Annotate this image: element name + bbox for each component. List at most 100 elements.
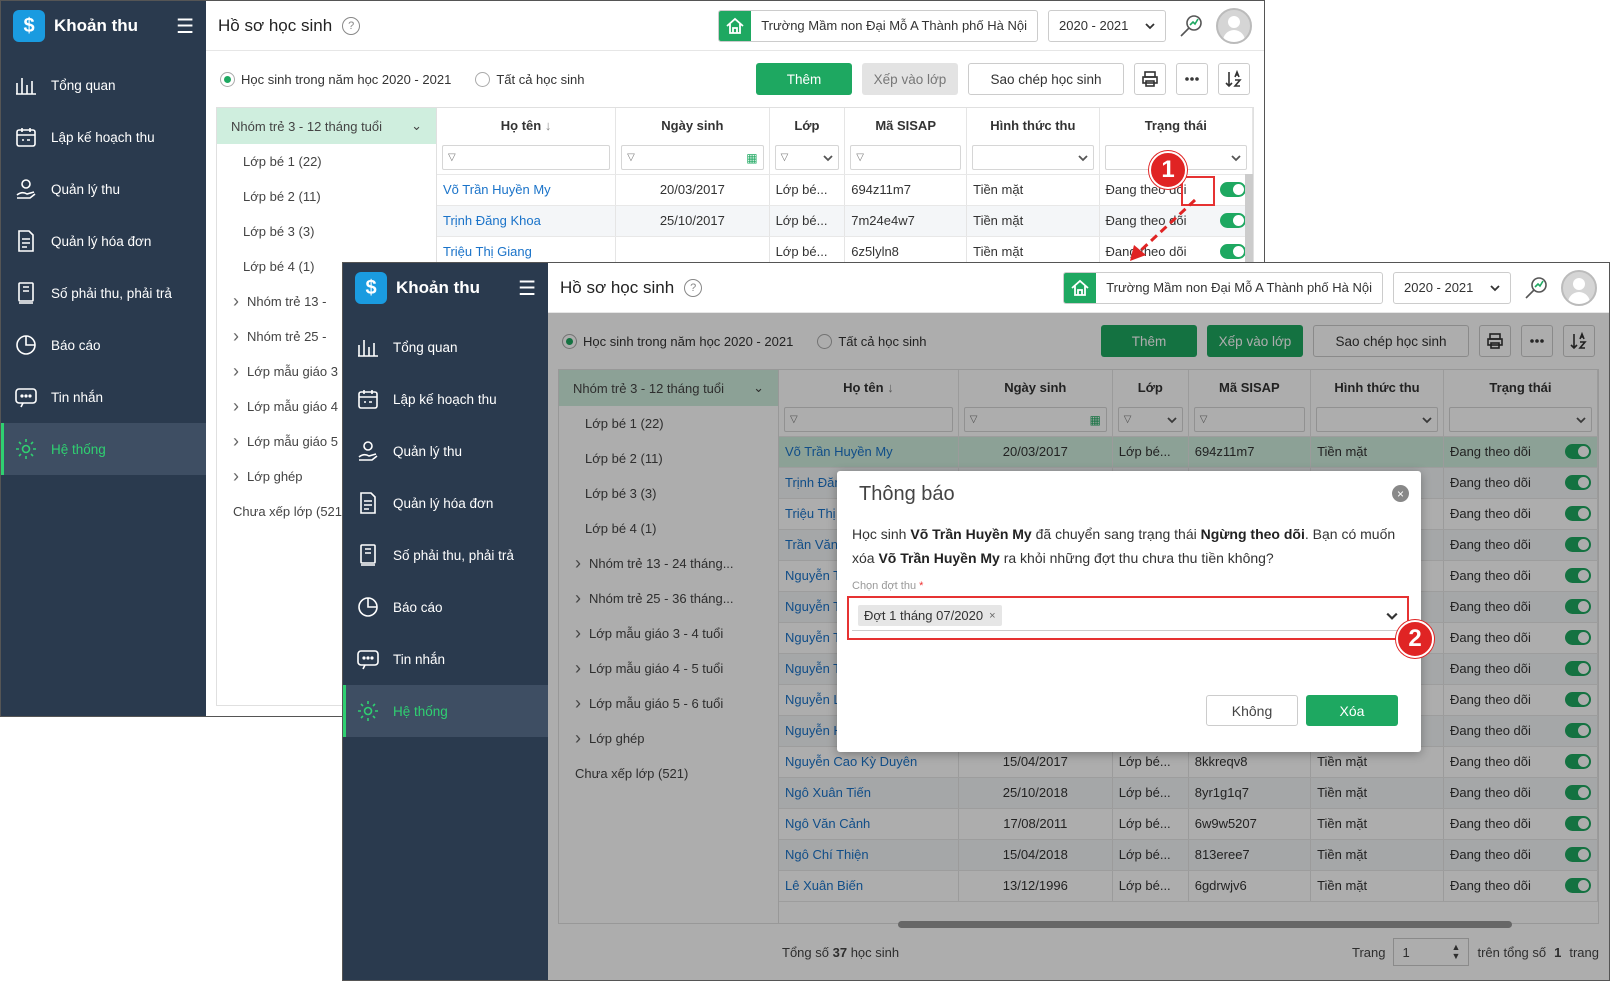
more-icon[interactable]	[1176, 63, 1208, 95]
column-header[interactable]: Trạng thái	[1099, 108, 1253, 142]
tree-selected-group[interactable]: Nhóm trẻ 3 - 12 tháng tuổi ⌄	[217, 108, 436, 144]
home-icon	[719, 10, 752, 41]
sidebar-item-2[interactable]: Lập kế hoạch thu	[1, 111, 206, 163]
sidebar-item-8[interactable]: Hệ thống	[1, 423, 206, 475]
pie-chart-icon	[13, 332, 39, 358]
collection-period-select[interactable]: Đợt 1 tháng 07/2020 ×	[852, 601, 1404, 631]
school-selector[interactable]: Trường Mầm non Đại Mỗ A Thành phố Hà Nội	[1063, 271, 1383, 304]
sidebar-item-label: Tổng quan	[51, 77, 116, 93]
dob-cell: 20/03/2017	[615, 174, 770, 206]
sidebar-item-1[interactable]: Tổng quan	[343, 321, 548, 373]
status-toggle[interactable]	[1220, 213, 1246, 228]
filter-row: ▽ ▽ ▦ ▽ ▽	[437, 142, 1253, 175]
sidebar-header: $ Khoản thu ☰	[1, 1, 206, 51]
chevron-down-icon	[1231, 155, 1241, 162]
radio-current-year[interactable]: Học sinh trong năm học 2020 - 2021	[220, 71, 451, 87]
sisap-cell: 694z11m7	[844, 174, 968, 206]
chip-remove-icon[interactable]: ×	[989, 610, 995, 622]
vertical-scrollbar[interactable]	[1245, 174, 1253, 264]
sidebar-item-label: Lập kế hoạch thu	[393, 391, 497, 407]
search-chart-icon[interactable]	[1521, 273, 1551, 303]
sidebar-item-label: Hệ thống	[51, 441, 106, 457]
column-header-label: Lớp	[794, 117, 820, 133]
delete-button[interactable]: Xóa	[1306, 695, 1398, 726]
field-label: Chọn đợt thu *	[837, 574, 1421, 592]
class-cell: Lớp bé...	[769, 205, 846, 237]
sidebar-item-6[interactable]: Báo cáo	[343, 581, 548, 633]
search-chart-icon[interactable]	[1176, 11, 1206, 41]
sidebar-item-label: Quản lý thu	[393, 443, 463, 459]
assign-class-button[interactable]: Xếp vào lớp	[862, 63, 958, 95]
sidebar-item-7[interactable]: Tin nhắn	[343, 633, 548, 685]
msg-student: Võ Trần Huyền My	[878, 550, 1000, 566]
filter-input[interactable]: ▽	[442, 145, 611, 171]
hamburger-menu-icon[interactable]: ☰	[518, 276, 536, 301]
gear-icon	[355, 698, 381, 724]
invoice-icon	[13, 228, 39, 254]
tree-item[interactable]: Lớp bé 2 (11)	[217, 179, 436, 214]
copy-students-button[interactable]: Sao chép học sinh	[968, 63, 1124, 95]
filter-icon: ▽	[780, 152, 789, 164]
column-header[interactable]: Hình thức thu	[966, 108, 1100, 142]
filter-input[interactable]: ▽	[850, 145, 962, 171]
dollar-logo-icon: $	[13, 10, 45, 42]
gear-icon	[13, 436, 39, 462]
sidebar-item-label: Quản lý hóa đơn	[393, 495, 494, 511]
sidebar-item-3[interactable]: Quản lý thu	[343, 425, 548, 477]
sidebar-item-5[interactable]: Số phải thu, phải trả	[343, 529, 548, 581]
print-icon[interactable]	[1134, 63, 1166, 95]
tree-item[interactable]: Lớp bé 1 (22)	[217, 144, 436, 179]
column-header[interactable]: Mã SISAP	[844, 108, 968, 142]
close-icon[interactable]: ×	[1392, 485, 1409, 502]
user-avatar[interactable]	[1561, 269, 1597, 306]
filter-input[interactable]: ▽ ▦	[621, 145, 764, 171]
sort-arrow-icon[interactable]: ↓	[545, 118, 552, 133]
sidebar-item-4[interactable]: Quản lý hóa đơn	[1, 215, 206, 267]
status-toggle[interactable]	[1220, 244, 1246, 259]
year-select[interactable]: 2020 - 2021	[1393, 271, 1511, 304]
add-button[interactable]: Thêm	[756, 63, 852, 95]
sidebar-item-7[interactable]: Tin nhắn	[1, 371, 206, 423]
year-select[interactable]: 2020 - 2021	[1048, 9, 1166, 42]
calendar-icon[interactable]: ▦	[746, 151, 757, 165]
sidebar-item-2[interactable]: Lập kế hoạch thu	[343, 373, 548, 425]
sidebar-item-8[interactable]: Hệ thống	[343, 685, 548, 737]
sidebar-item-1[interactable]: Tổng quan	[1, 59, 206, 111]
sidebar-item-label: Báo cáo	[51, 337, 101, 353]
filter-input[interactable]: ▽	[774, 145, 840, 171]
sidebar-item-3[interactable]: Quản lý thu	[1, 163, 206, 215]
help-icon[interactable]: ?	[342, 16, 361, 35]
help-icon[interactable]: ?	[684, 278, 703, 297]
radio-all-students[interactable]: Tất cả học sinh	[475, 71, 584, 87]
sort-az-icon[interactable]	[1218, 63, 1250, 95]
sidebar-item-6[interactable]: Báo cáo	[1, 319, 206, 371]
student-name-link[interactable]: Võ Trần Huyền My	[437, 174, 617, 206]
column-header-label: Hình thức thu	[990, 117, 1076, 133]
chevron-down-icon	[1386, 612, 1398, 620]
column-header[interactable]: Họ tên ↓	[437, 108, 617, 142]
sidebar-item-label: Hệ thống	[393, 703, 448, 719]
radio-dot-icon	[220, 71, 235, 87]
filter-input[interactable]	[972, 145, 1094, 171]
column-header[interactable]: Lớp	[769, 108, 846, 142]
sidebar-item-label: Số phải thu, phải trả	[51, 285, 172, 301]
school-selector[interactable]: Trường Mầm non Đại Mỗ A Thành phố Hà Nội	[718, 9, 1038, 42]
cancel-button[interactable]: Không	[1206, 695, 1298, 726]
radio-dot-icon	[475, 71, 491, 87]
class-cell: Lớp bé...	[769, 174, 846, 206]
column-header-label: Trạng thái	[1144, 117, 1207, 133]
sidebar-item-4[interactable]: Quản lý hóa đơn	[343, 477, 548, 529]
top-bar: Hồ sơ học sinh ? Trường Mầm non Đại Mỗ A…	[548, 263, 1609, 313]
filter-icon: ▽	[448, 152, 456, 164]
user-avatar[interactable]	[1216, 7, 1252, 44]
status-toggle[interactable]	[1220, 182, 1246, 197]
message-icon	[13, 384, 39, 410]
student-name-link[interactable]: Trịnh Đăng Khoa	[437, 205, 617, 237]
sidebar-item-label: Báo cáo	[393, 599, 443, 615]
column-header[interactable]: Ngày sinh	[615, 108, 770, 142]
tree-item[interactable]: Lớp bé 3 (3)	[217, 214, 436, 249]
sidebar-item-5[interactable]: Số phải thu, phải trả	[1, 267, 206, 319]
year-value: 2020 - 2021	[1059, 18, 1129, 33]
filter-icon: ▽	[856, 152, 864, 164]
hamburger-menu-icon[interactable]: ☰	[176, 14, 194, 39]
